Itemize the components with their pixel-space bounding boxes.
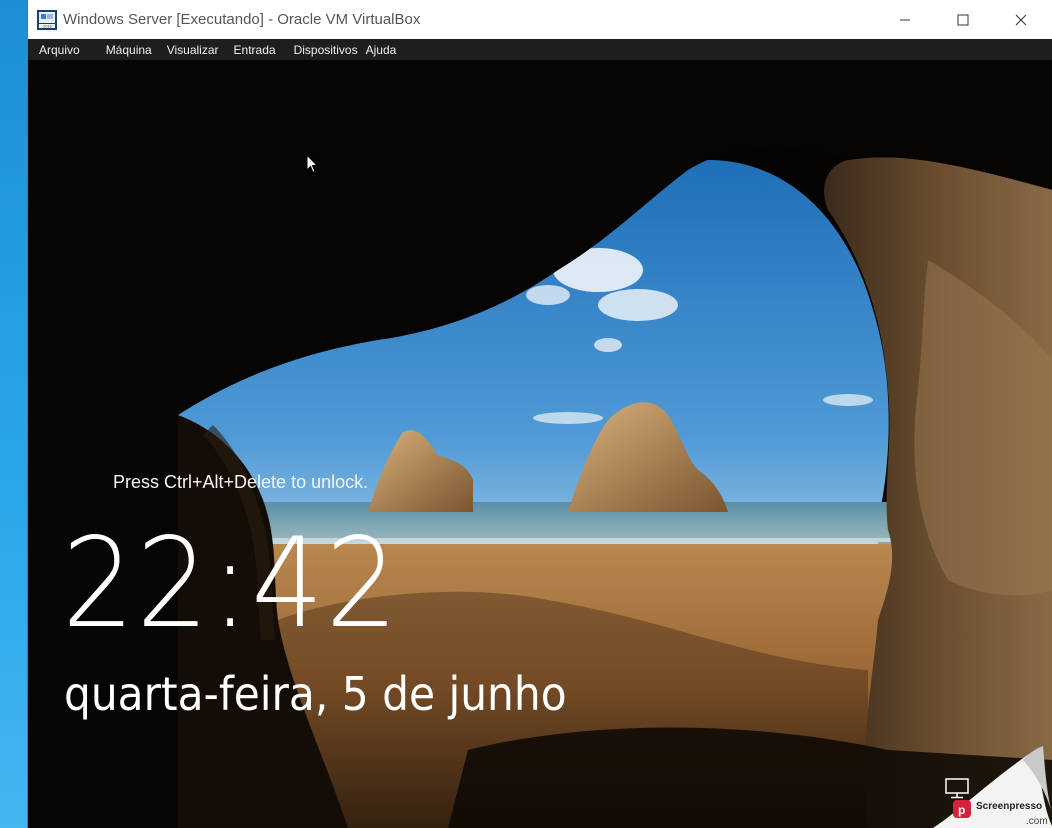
menu-arquivo[interactable]: Arquivo — [28, 43, 99, 57]
mouse-pointer-icon — [306, 154, 318, 174]
minimize-button[interactable] — [876, 0, 934, 39]
unlock-hint: Press Ctrl+Alt+Delete to unlock. — [113, 472, 369, 492]
virtualbox-app-icon: 2016 — [37, 10, 57, 30]
watermark-suffix: .com — [1026, 816, 1048, 827]
menu-entrada[interactable]: Entrada — [227, 43, 294, 57]
lock-screen-time: 22:42 — [62, 512, 400, 656]
svg-text:2016: 2016 — [43, 24, 53, 29]
close-button[interactable] — [992, 0, 1050, 39]
svg-text:p: p — [958, 803, 965, 817]
vm-display[interactable]: Press Ctrl+Alt+Delete to unlock. 22:42 q… — [28, 60, 1052, 828]
menu-ajuda[interactable]: Ajuda — [366, 43, 404, 57]
virtualbox-window: 2016 Windows Server [Executando] - Oracl… — [27, 0, 1052, 828]
watermark-brand: Screenpresso — [976, 801, 1043, 812]
window-title: Windows Server [Executando] - Oracle VM … — [63, 11, 421, 28]
menu-maquina[interactable]: Máquina — [99, 43, 160, 57]
lock-screen-date: quarta-feira, 5 de junho — [64, 667, 567, 721]
minimize-icon — [900, 19, 910, 20]
screenpresso-watermark: p — [933, 746, 1052, 828]
desktop-background — [0, 0, 28, 828]
menu-dispositivos[interactable]: Dispositivos — [294, 43, 366, 57]
maximize-icon — [957, 14, 969, 25]
maximize-button[interactable] — [934, 0, 992, 39]
menu-bar: Arquivo Máquina Visualizar Entrada Dispo… — [28, 39, 1052, 60]
close-icon — [1015, 14, 1027, 25]
title-bar[interactable]: 2016 Windows Server [Executando] - Oracl… — [28, 0, 1052, 39]
menu-visualizar[interactable]: Visualizar — [160, 43, 227, 57]
